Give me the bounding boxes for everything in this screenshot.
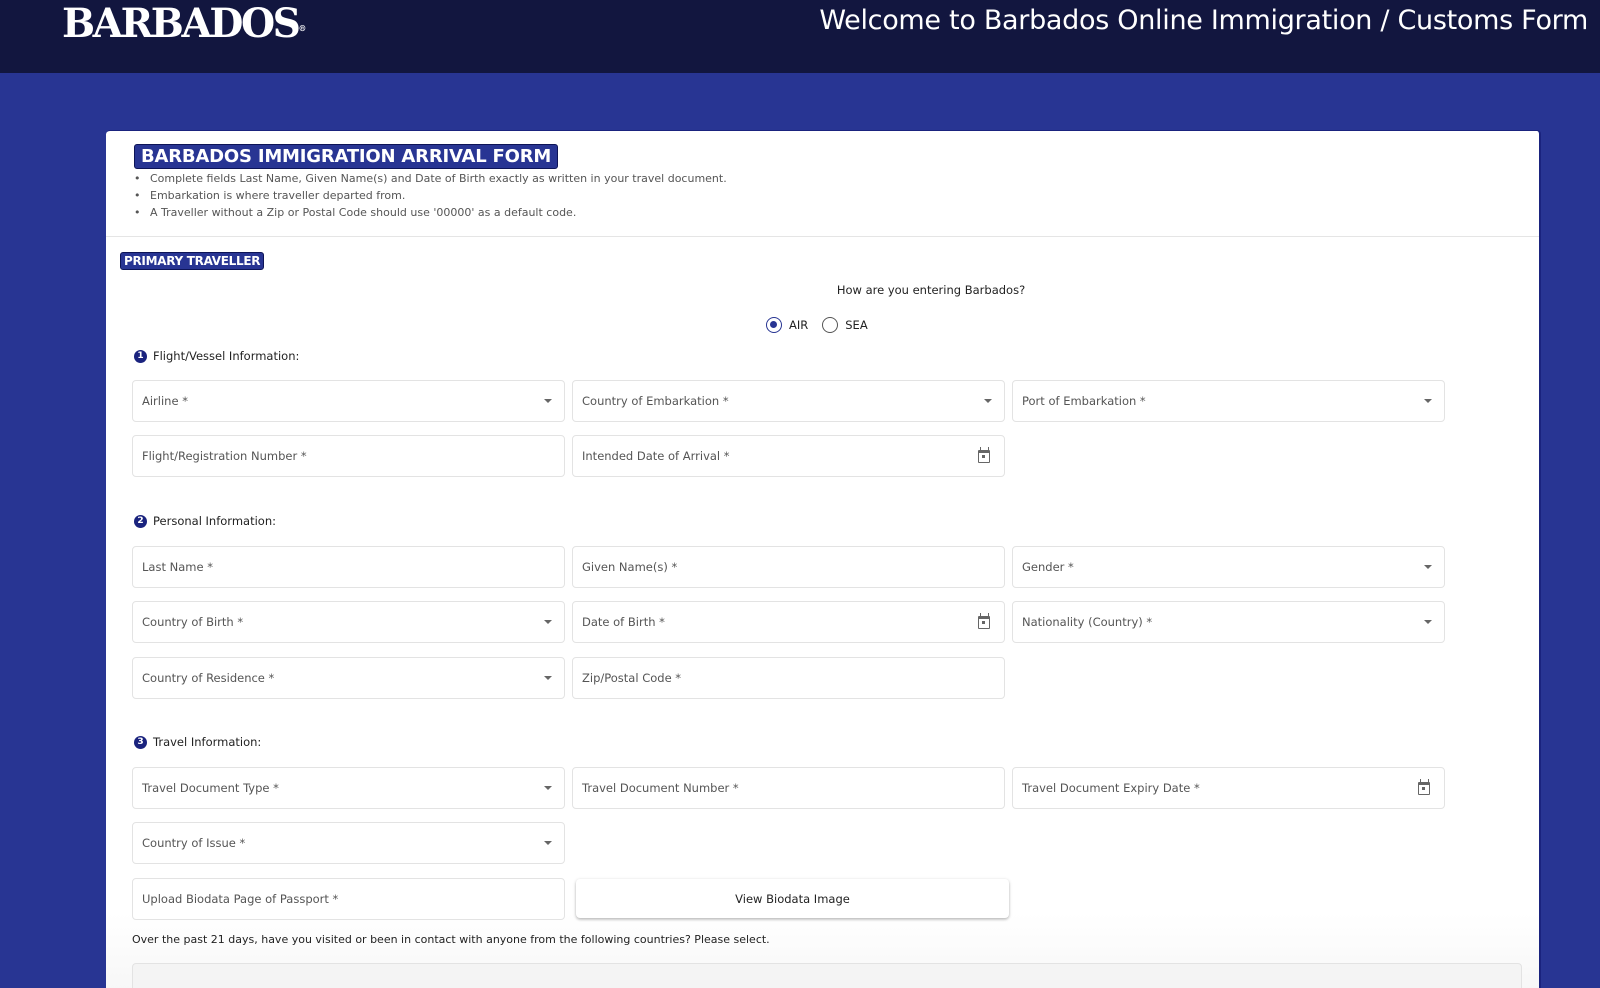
travel-document-number-input[interactable]: Travel Document Number * (572, 767, 1005, 809)
section-travel-heading: 3 Travel Information: (134, 735, 261, 749)
instructions-list: Complete fields Last Name, Given Name(s)… (134, 170, 1539, 221)
date-of-birth-input[interactable]: Date of Birth * (572, 601, 1005, 643)
chevron-down-icon (984, 399, 992, 403)
step-3-icon: 3 (134, 735, 147, 749)
chevron-down-icon (544, 620, 552, 624)
travel-document-type-select[interactable]: Travel Document Type * (132, 767, 565, 809)
chevron-down-icon (544, 399, 552, 403)
form-card: BARBADOS IMMIGRATION ARRIVAL FORM Comple… (106, 130, 1541, 988)
field-label: Given Name(s) * (582, 560, 678, 574)
form-header: BARBADOS IMMIGRATION ARRIVAL FORM Comple… (106, 131, 1539, 237)
radio-sea[interactable]: SEA (822, 317, 868, 333)
field-label: Country of Birth * (142, 615, 244, 629)
barbados-logo[interactable]: BARBADOS® (62, 2, 306, 46)
field-label: Travel Document Type * (142, 781, 279, 795)
contact-countries-select[interactable] (132, 963, 1522, 988)
welcome-title: Welcome to Barbados Online Immigration /… (819, 5, 1588, 36)
field-label: Gender * (1022, 560, 1074, 574)
port-of-embarkation-select[interactable]: Port of Embarkation * (1012, 380, 1445, 422)
radio-sea-label: SEA (845, 318, 868, 332)
country-of-birth-select[interactable]: Country of Birth * (132, 601, 565, 643)
field-label: Intended Date of Arrival * (582, 449, 730, 463)
chevron-down-icon (1424, 620, 1432, 624)
registered-mark: ® (298, 23, 307, 33)
contact-countries-question: Over the past 21 days, have you visited … (132, 933, 770, 946)
calendar-icon[interactable] (978, 446, 990, 463)
calendar-icon[interactable] (978, 612, 990, 629)
entry-mode-radio-group: AIR SEA (766, 317, 882, 333)
airline-select[interactable]: Airline * (132, 380, 565, 422)
chevron-down-icon (1424, 565, 1432, 569)
instruction-item: Embarkation is where traveller departed … (134, 187, 1539, 204)
zip-postal-code-input[interactable]: Zip/Postal Code * (572, 657, 1005, 699)
step-1-icon: 1 (134, 349, 147, 363)
gender-select[interactable]: Gender * (1012, 546, 1445, 588)
radio-unchecked-icon[interactable] (822, 317, 839, 333)
field-label: Country of Issue * (142, 836, 246, 850)
field-label: Zip/Postal Code * (582, 671, 682, 685)
step-2-icon: 2 (134, 514, 147, 528)
primary-traveller-tag: PRIMARY TRAVELLER (120, 252, 265, 270)
radio-air[interactable]: AIR (766, 317, 808, 333)
field-label: Country of Residence * (142, 671, 275, 685)
instruction-item: A Traveller without a Zip or Postal Code… (134, 204, 1539, 221)
field-label: Country of Embarkation * (582, 394, 729, 408)
radio-air-label: AIR (789, 318, 809, 332)
section-title: Flight/Vessel Information: (153, 349, 300, 363)
field-label: Nationality (Country) * (1022, 615, 1153, 629)
field-label: Travel Document Number * (582, 781, 739, 795)
view-biodata-image-button[interactable]: View Biodata Image (576, 879, 1009, 918)
top-bar: BARBADOS® Welcome to Barbados Online Imm… (0, 0, 1600, 73)
country-of-residence-select[interactable]: Country of Residence * (132, 657, 565, 699)
country-of-embarkation-select[interactable]: Country of Embarkation * (572, 380, 1005, 422)
chevron-down-icon (544, 841, 552, 845)
calendar-icon[interactable] (1418, 778, 1430, 795)
section-title: Personal Information: (153, 514, 276, 528)
intended-date-of-arrival-input[interactable]: Intended Date of Arrival * (572, 435, 1005, 477)
field-label: Date of Birth * (582, 615, 665, 629)
section-personal-heading: 2 Personal Information: (134, 514, 276, 528)
flight-registration-number-input[interactable]: Flight/Registration Number * (132, 435, 565, 477)
entry-question: How are you entering Barbados? (836, 283, 1026, 297)
country-of-issue-select[interactable]: Country of Issue * (132, 822, 565, 864)
travel-document-expiry-date-input[interactable]: Travel Document Expiry Date * (1012, 767, 1445, 809)
upload-biodata-input[interactable]: Upload Biodata Page of Passport * (132, 878, 565, 920)
field-label: Last Name * (142, 560, 213, 574)
section-flight-vessel-heading: 1 Flight/Vessel Information: (134, 349, 299, 363)
given-names-input[interactable]: Given Name(s) * (572, 546, 1005, 588)
form-title: BARBADOS IMMIGRATION ARRIVAL FORM (134, 144, 559, 169)
logo-text: BARBADOS (62, 0, 301, 47)
nationality-select[interactable]: Nationality (Country) * (1012, 601, 1445, 643)
chevron-down-icon (1424, 399, 1432, 403)
field-label: Upload Biodata Page of Passport * (142, 892, 339, 906)
chevron-down-icon (544, 676, 552, 680)
field-label: Travel Document Expiry Date * (1022, 781, 1200, 795)
chevron-down-icon (544, 786, 552, 790)
instruction-item: Complete fields Last Name, Given Name(s)… (134, 170, 1539, 187)
field-label: Port of Embarkation * (1022, 394, 1146, 408)
field-label: Flight/Registration Number * (142, 449, 307, 463)
field-label: Airline * (142, 394, 188, 408)
section-title: Travel Information: (153, 735, 262, 749)
last-name-input[interactable]: Last Name * (132, 546, 565, 588)
radio-checked-icon[interactable] (766, 317, 782, 333)
